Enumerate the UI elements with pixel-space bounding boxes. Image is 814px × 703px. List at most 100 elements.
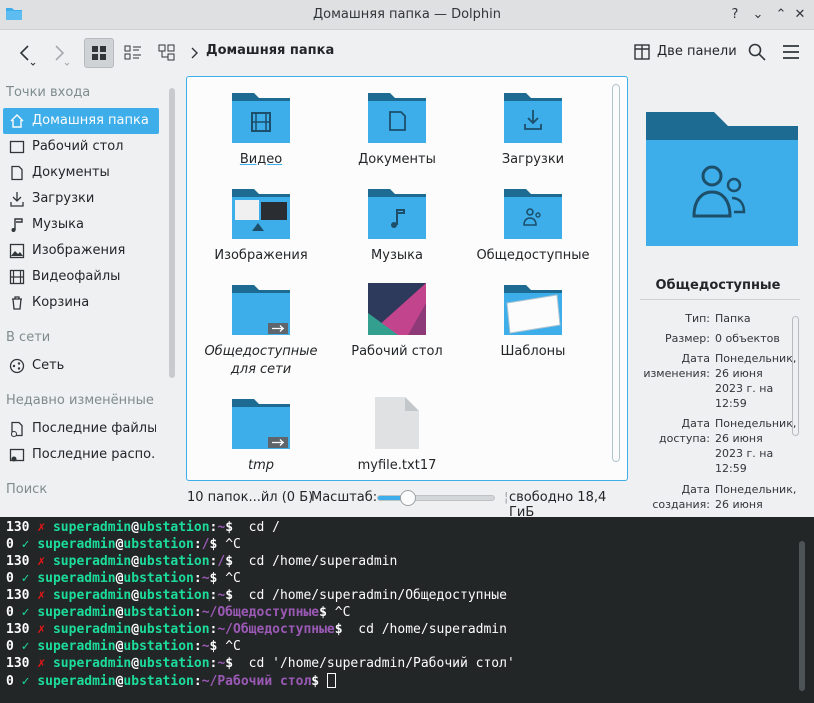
info-panel-scrollbar[interactable] — [792, 316, 799, 436]
trash-icon — [12, 296, 22, 310]
sidebar-item-label: Видеофайлы — [32, 269, 121, 284]
sidebar-item-label: Рабочий стол — [32, 139, 124, 154]
home-icon — [10, 114, 24, 128]
icons-view-button[interactable] — [84, 38, 114, 68]
close-button[interactable]: ✕ — [790, 5, 810, 25]
music-folder-icon — [368, 189, 426, 239]
terminal-line: 0 ✓ superadmin@ubstation:~$ ^C — [6, 639, 241, 654]
sidebar-item-documents[interactable]: Документы — [3, 160, 159, 186]
sidebar-item-label: Корзина — [32, 295, 90, 310]
zoom-label: Масштаб: — [311, 490, 378, 505]
hamburger-menu-icon[interactable] — [782, 44, 800, 60]
details-view-button[interactable] — [152, 38, 182, 68]
sidebar-item-label: Изображения — [32, 243, 126, 258]
file-name: Видео — [239, 152, 283, 167]
title-bar: Домашняя папка — Dolphin ? ⌄ ⌃ ✕ — [0, 0, 814, 30]
sidebar-item-label: Музыка — [32, 217, 84, 232]
desktop-thumbnail-icon — [368, 283, 426, 335]
file-item[interactable]: Изображения — [193, 187, 329, 267]
maximize-button[interactable]: ⌃ — [771, 5, 791, 25]
sidebar-item-label: Домашняя папка — [32, 113, 149, 128]
two-panels-button[interactable]: Две панели — [657, 44, 737, 59]
network-icon — [9, 358, 25, 374]
zoom-slider[interactable] — [377, 490, 495, 506]
toolbar: Домашняя папка Две панели — [0, 30, 814, 76]
status-bar: 10 папок...йл (0 Б) Масштаб: ¦ свободно … — [186, 486, 628, 520]
file-name: Общедоступные — [476, 248, 590, 263]
split-view-icon — [634, 44, 650, 60]
recent-files-icon — [11, 421, 23, 437]
help-button[interactable]: ? — [725, 5, 745, 25]
meta-key: Дата изменения: — [643, 352, 710, 380]
arrow-left-icon — [19, 45, 36, 66]
sidebar-item-trash[interactable]: Корзина — [3, 290, 159, 316]
meta-value: Папка — [715, 312, 751, 325]
meta-key: Тип: — [685, 312, 710, 325]
sidebar-item-label: Последние распо... — [32, 447, 156, 462]
videos-icon — [9, 269, 25, 285]
terminal-line: 0 ✓ superadmin@ubstation:~/Рабочий стол$ — [6, 673, 336, 690]
section-search: Поиск — [6, 482, 48, 497]
back-button[interactable] — [10, 38, 40, 68]
zoom-slider-handle[interactable] — [399, 490, 416, 506]
section-places: Точки входа — [6, 85, 91, 100]
sidebar-item-home[interactable]: Домашняя папка — [3, 108, 159, 134]
meta-key: Дата создания: — [652, 483, 710, 510]
file-item[interactable]: Загрузки — [465, 91, 601, 171]
compact-view-button[interactable] — [118, 38, 148, 68]
sidebar-item-recent-locations[interactable]: Последние распо... — [3, 442, 159, 468]
meta-key: Размер: — [665, 332, 710, 345]
minimize-button[interactable]: ⌄ — [748, 5, 768, 25]
meta-key: Дата доступа: — [659, 417, 710, 445]
sidebar-item-pictures[interactable]: Изображения — [3, 238, 159, 264]
file-item[interactable]: Документы — [329, 91, 465, 171]
meta-value: 0 объектов — [715, 332, 780, 345]
terminal-line: 0 ✓ superadmin@ubstation:~$ ^C — [6, 571, 241, 586]
arrow-right-icon — [55, 45, 70, 66]
selected-item-name: Общедоступные — [655, 278, 781, 293]
terminal-line: 0 ✓ superadmin@ubstation:/$ ^C — [6, 537, 241, 552]
sidebar-scrollbar[interactable] — [169, 88, 175, 378]
search-icon[interactable] — [748, 43, 766, 61]
sidebar-item-videos[interactable]: Видеофайлы — [3, 264, 159, 290]
file-item[interactable]: tmp — [193, 397, 329, 477]
sidebar-item-music[interactable]: Музыка — [3, 212, 159, 238]
file-name: Рабочий стол — [351, 344, 443, 359]
sidebar-item-downloads[interactable]: Загрузки — [3, 186, 159, 212]
breadcrumb-home[interactable]: Домашняя папка — [206, 43, 334, 58]
file-name: Общедоступные для сети — [204, 344, 318, 377]
file-item[interactable]: Общедоступные — [465, 187, 601, 267]
file-name: Документы — [358, 152, 436, 167]
public-folder-icon — [504, 189, 562, 239]
file-view[interactable]: Видео Документы Загрузки Изображения Муз… — [186, 76, 628, 481]
downloads-icon — [10, 192, 24, 207]
sidebar-item-network[interactable]: Сеть — [3, 353, 159, 379]
terminal-line: 0 ✓ superadmin@ubstation:~/Общедоступные… — [6, 605, 351, 620]
text-file-icon — [375, 397, 419, 449]
terminal-line: 130 ✗ superadmin@ubstation:~$ cd '/home/… — [6, 656, 515, 671]
terminal-panel[interactable]: 130 ✗ superadmin@ubstation:~$ cd / 0 ✓ su… — [0, 517, 814, 703]
file-view-scrollbar[interactable] — [612, 84, 620, 462]
sidebar-item-desktop[interactable]: Рабочий стол — [3, 134, 159, 160]
sidebar-item-label: Сеть — [32, 358, 65, 373]
pictures-folder-icon — [232, 189, 290, 239]
file-item[interactable]: myfile.txt17 — [329, 397, 465, 477]
meta-value: Понедельник, 26 июня 2023 г. на 12:59 — [715, 417, 797, 475]
sidebar-item-recent-files[interactable]: Последние файлы — [3, 416, 159, 442]
file-name: Изображения — [214, 248, 308, 263]
file-name: tmp — [247, 458, 274, 473]
file-item[interactable]: Видео — [193, 91, 329, 171]
file-name: Шаблоны — [500, 344, 566, 359]
pictures-icon — [9, 243, 25, 259]
file-item[interactable]: Шаблоны — [465, 283, 601, 363]
meta-value: Понедельник, 26 июня 2023 г. на 12:59 — [715, 352, 797, 410]
link-folder-icon — [232, 285, 290, 335]
forward-button[interactable] — [44, 38, 74, 68]
chevron-right-icon — [191, 47, 198, 59]
file-item[interactable]: Музыка — [329, 187, 465, 267]
file-item[interactable]: Общедоступные для сети — [193, 283, 329, 383]
terminal-scrollbar[interactable] — [799, 541, 805, 691]
selection-summary: 10 папок...йл (0 Б) — [187, 490, 314, 505]
places-panel: Точки входа Домашняя папка Рабочий стол … — [0, 76, 180, 510]
file-item[interactable]: Рабочий стол — [329, 283, 465, 363]
